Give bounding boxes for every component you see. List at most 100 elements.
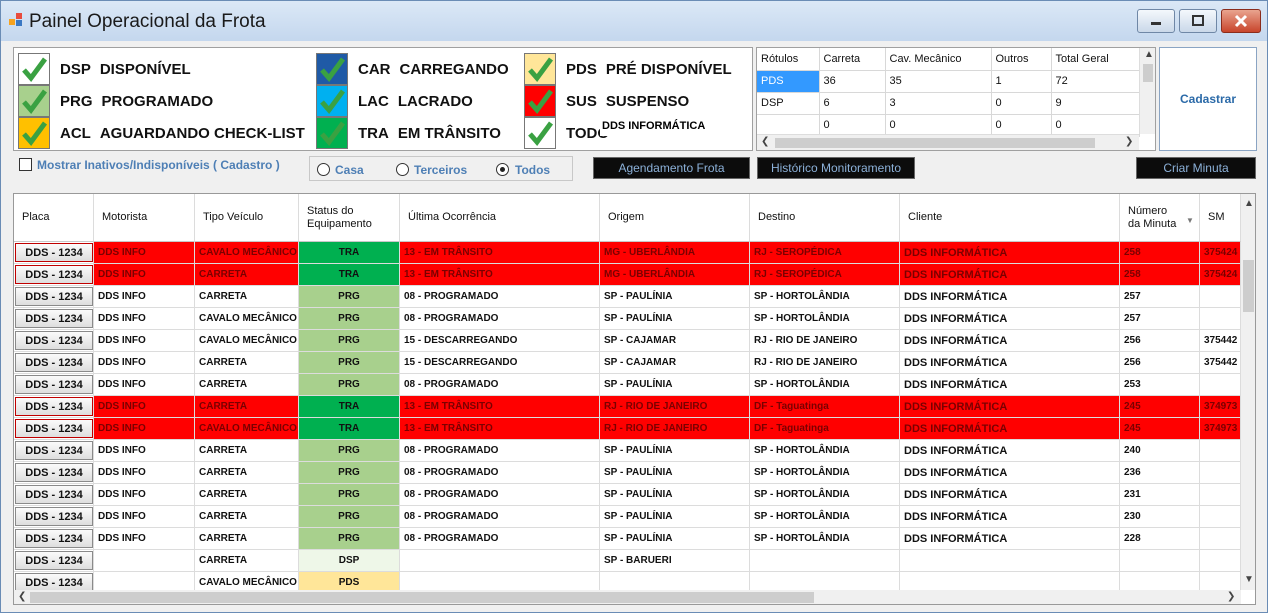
- destino-cell[interactable]: RJ - SEROPÉDICA: [750, 264, 900, 286]
- destino-cell[interactable]: SP - HORTOLÂNDIA: [750, 528, 900, 550]
- tipo-veiculo-cell[interactable]: CARRETA: [195, 352, 299, 374]
- origem-cell[interactable]: SP - PAULÍNIA: [600, 506, 750, 528]
- pivot-cell[interactable]: DSP: [757, 92, 820, 115]
- pivot-cell[interactable]: 1: [991, 70, 1052, 93]
- pivot-cell[interactable]: 0: [1051, 114, 1140, 137]
- table-row[interactable]: DDS - 1234 CARRETA DSP SP - BARUERI: [14, 550, 1241, 572]
- column-header-motorista[interactable]: Motorista: [94, 194, 195, 242]
- origem-cell[interactable]: RJ - RIO DE JANEIRO: [600, 418, 750, 440]
- cliente-cell[interactable]: DDS INFORMÁTICA: [900, 440, 1120, 462]
- ocorrencia-cell[interactable]: 08 - PROGRAMADO: [400, 374, 600, 396]
- pivot-cell[interactable]: 9: [1051, 92, 1140, 115]
- tipo-veiculo-cell[interactable]: CAVALO MECÂNICO: [195, 572, 299, 590]
- origem-cell[interactable]: SP - CAJAMAR: [600, 352, 750, 374]
- cliente-cell[interactable]: DDS INFORMÁTICA: [900, 264, 1120, 286]
- pivot-row[interactable]: DSP 6 3 0 9: [757, 92, 1140, 115]
- scrollbar-thumb[interactable]: [1143, 64, 1153, 82]
- scroll-right-icon[interactable]: ❯: [1125, 136, 1133, 147]
- table-row[interactable]: DDS - 1234 DDS INFO CARRETA PRG 08 - PROGRAM…: [14, 374, 1241, 396]
- status-cell[interactable]: TRA: [299, 264, 400, 286]
- ocorrencia-cell[interactable]: 13 - EM TRÂNSITO: [400, 242, 600, 264]
- ocorrencia-cell[interactable]: 15 - DESCARREGANDO: [400, 352, 600, 374]
- ocorrencia-cell[interactable]: 13 - EM TRÂNSITO: [400, 418, 600, 440]
- tipo-veiculo-cell[interactable]: CAVALO MECÂNICO: [195, 242, 299, 264]
- status-cell[interactable]: TRA: [299, 418, 400, 440]
- destino-cell[interactable]: SP - HORTOLÂNDIA: [750, 308, 900, 330]
- tipo-veiculo-cell[interactable]: CARRETA: [195, 374, 299, 396]
- cliente-cell[interactable]: DDS INFORMÁTICA: [900, 396, 1120, 418]
- origem-cell[interactable]: SP - PAULÍNIA: [600, 374, 750, 396]
- sm-cell[interactable]: 375424: [1200, 264, 1241, 286]
- pivot-vertical-scrollbar[interactable]: ▲: [1139, 48, 1155, 134]
- cliente-cell[interactable]: DDS INFORMÁTICA: [900, 374, 1120, 396]
- scroll-up-icon[interactable]: ▲: [1244, 198, 1254, 209]
- scroll-down-icon[interactable]: ▼: [1244, 574, 1254, 585]
- motorista-cell[interactable]: DDS INFO: [94, 418, 195, 440]
- sm-cell[interactable]: [1200, 308, 1241, 330]
- pivot-cell[interactable]: 6: [819, 92, 886, 115]
- numero-minuta-cell[interactable]: 245: [1120, 396, 1200, 418]
- sm-cell[interactable]: [1200, 440, 1241, 462]
- table-row[interactable]: DDS - 1234 CAVALO MECÂNICO PDS: [14, 572, 1241, 590]
- grid-vertical-scrollbar[interactable]: ▲ ▼: [1241, 194, 1255, 590]
- column-header-numero-minuta[interactable]: Número da Minuta ▼: [1120, 194, 1200, 242]
- table-row[interactable]: DDS - 1234 DDS INFO CARRETA PRG 08 - PROGRAM…: [14, 462, 1241, 484]
- placa-button[interactable]: DDS - 1234: [15, 331, 93, 350]
- numero-minuta-cell[interactable]: 258: [1120, 242, 1200, 264]
- radio-label-todos[interactable]: Todos: [515, 163, 550, 177]
- motorista-cell[interactable]: DDS INFO: [94, 352, 195, 374]
- numero-minuta-cell[interactable]: 256: [1120, 330, 1200, 352]
- scroll-up-icon[interactable]: ▲: [1144, 49, 1154, 60]
- status-cell[interactable]: PRG: [299, 374, 400, 396]
- table-row[interactable]: DDS - 1234 DDS INFO CARRETA PRG 08 - PROGRAM…: [14, 528, 1241, 550]
- origem-cell[interactable]: SP - PAULÍNIA: [600, 462, 750, 484]
- status-cell[interactable]: TRA: [299, 242, 400, 264]
- status-cell[interactable]: PDS: [299, 572, 400, 590]
- column-header-cliente[interactable]: Cliente: [900, 194, 1120, 242]
- sm-cell[interactable]: 374973: [1200, 396, 1241, 418]
- table-row[interactable]: DDS - 1234 DDS INFO CAVALO MECÂNICO PRG 08 -…: [14, 308, 1241, 330]
- tipo-veiculo-cell[interactable]: CARRETA: [195, 484, 299, 506]
- pivot-cell[interactable]: 35: [885, 70, 992, 93]
- destino-cell[interactable]: SP - HORTOLÂNDIA: [750, 484, 900, 506]
- origem-cell[interactable]: SP - PAULÍNIA: [600, 286, 750, 308]
- cliente-cell[interactable]: DDS INFORMÁTICA: [900, 418, 1120, 440]
- cliente-cell[interactable]: DDS INFORMÁTICA: [900, 506, 1120, 528]
- status-cell[interactable]: PRG: [299, 308, 400, 330]
- ocorrencia-cell[interactable]: [400, 550, 600, 572]
- sm-cell[interactable]: [1200, 462, 1241, 484]
- sm-cell[interactable]: 374973: [1200, 418, 1241, 440]
- motorista-cell[interactable]: DDS INFO: [94, 396, 195, 418]
- numero-minuta-cell[interactable]: 257: [1120, 308, 1200, 330]
- column-header-destino[interactable]: Destino: [750, 194, 900, 242]
- numero-minuta-cell[interactable]: 256: [1120, 352, 1200, 374]
- ocorrencia-cell[interactable]: 15 - DESCARREGANDO: [400, 330, 600, 352]
- numero-minuta-cell[interactable]: 257: [1120, 286, 1200, 308]
- cliente-cell[interactable]: DDS INFORMÁTICA: [900, 308, 1120, 330]
- numero-minuta-cell[interactable]: 253: [1120, 374, 1200, 396]
- destino-cell[interactable]: RJ - SEROPÉDICA: [750, 242, 900, 264]
- origem-cell[interactable]: SP - PAULÍNIA: [600, 308, 750, 330]
- sm-cell[interactable]: [1200, 286, 1241, 308]
- ocorrencia-cell[interactable]: 08 - PROGRAMADO: [400, 308, 600, 330]
- table-row[interactable]: DDS - 1234 DDS INFO CARRETA PRG 08 - PROGRAM…: [14, 484, 1241, 506]
- destino-cell[interactable]: SP - HORTOLÂNDIA: [750, 506, 900, 528]
- sm-cell[interactable]: [1200, 506, 1241, 528]
- tipo-veiculo-cell[interactable]: CARRETA: [195, 462, 299, 484]
- placa-button[interactable]: DDS - 1234: [15, 485, 93, 504]
- cliente-cell[interactable]: DDS INFORMÁTICA: [900, 528, 1120, 550]
- motorista-cell[interactable]: DDS INFO: [94, 242, 195, 264]
- pivot-cell[interactable]: 36: [819, 70, 886, 93]
- sm-cell[interactable]: [1200, 550, 1241, 572]
- cliente-cell[interactable]: [900, 550, 1120, 572]
- numero-minuta-cell[interactable]: 236: [1120, 462, 1200, 484]
- status-cell[interactable]: PRG: [299, 330, 400, 352]
- sm-cell[interactable]: 375442: [1200, 352, 1241, 374]
- scroll-right-icon[interactable]: ❯: [1227, 591, 1235, 602]
- scroll-left-icon[interactable]: ❮: [761, 136, 769, 147]
- cliente-cell[interactable]: DDS INFORMÁTICA: [900, 484, 1120, 506]
- minimize-button[interactable]: [1137, 9, 1175, 33]
- tipo-veiculo-cell[interactable]: CARRETA: [195, 528, 299, 550]
- origem-cell[interactable]: SP - PAULÍNIA: [600, 440, 750, 462]
- pivot-cell[interactable]: 0: [991, 114, 1052, 137]
